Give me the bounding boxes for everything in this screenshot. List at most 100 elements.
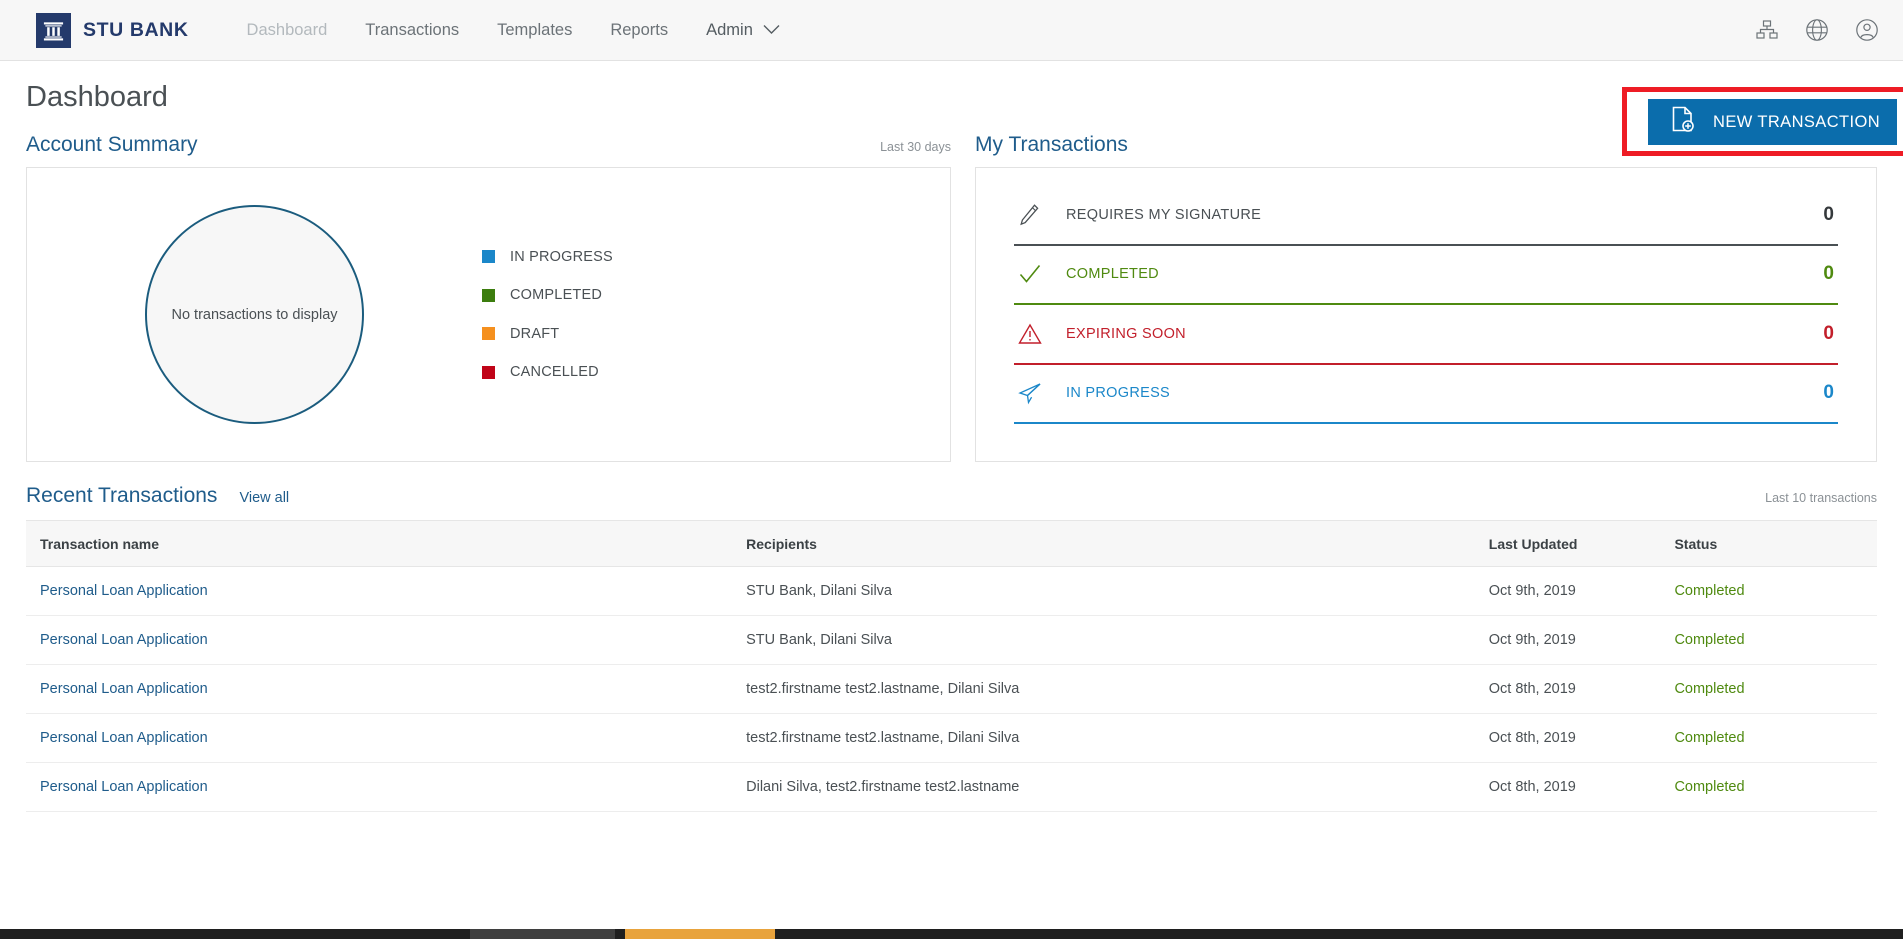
column-header-recipients[interactable]: Recipients xyxy=(746,520,1489,567)
donut-legend: IN PROGRESS COMPLETED DRAFT CANCELLED xyxy=(482,249,613,380)
nav-item-reports[interactable]: Reports xyxy=(610,22,668,39)
my-transactions-card: REQUIRES MY SIGNATURE 0 COMPLETED 0 EXPI… xyxy=(975,167,1877,462)
my-transactions-count-expiring-soon: 0 xyxy=(1823,322,1834,344)
account-summary-meta: Last 30 days xyxy=(880,140,951,154)
my-transactions-count-in-progress: 0 xyxy=(1823,382,1834,404)
new-transaction-button[interactable]: NEW TRANSACTION xyxy=(1648,99,1897,145)
legend-label-cancelled: CANCELLED xyxy=(510,364,599,381)
brand-logo[interactable]: STU BANK xyxy=(36,12,189,48)
nav-item-admin[interactable]: Admin xyxy=(706,22,780,39)
dashboard-columns: Account Summary Last 30 days No transact… xyxy=(0,133,1903,462)
transaction-status: Completed xyxy=(1674,615,1877,665)
globe-icon[interactable] xyxy=(1803,16,1831,44)
donut-empty-message: No transactions to display xyxy=(171,306,338,323)
my-transactions-row-in-progress[interactable]: IN PROGRESS 0 xyxy=(1014,365,1838,424)
legend-swatch-draft xyxy=(482,327,495,341)
account-summary-card: No transactions to display IN PROGRESS C… xyxy=(26,167,951,462)
my-transactions-row-requires-signature[interactable]: REQUIRES MY SIGNATURE 0 xyxy=(1014,186,1838,246)
legend-label-draft: DRAFT xyxy=(510,325,560,342)
transaction-recipients: STU Bank, Dilani Silva xyxy=(746,615,1489,665)
page-header: Dashboard NEW TRANSACTION xyxy=(0,61,1903,156)
nav-item-templates[interactable]: Templates xyxy=(497,22,572,39)
transaction-recipients: test2.firstname test2.lastname, Dilani S… xyxy=(746,713,1489,763)
org-chart-icon[interactable] xyxy=(1753,16,1781,44)
my-transactions-section: My Transactions Last 30 days REQUIRES MY… xyxy=(975,133,1877,462)
nav-item-admin-label: Admin xyxy=(706,20,753,39)
taskbar-segment-orange xyxy=(625,929,775,939)
transaction-status: Completed xyxy=(1674,762,1877,812)
legend-swatch-in-progress xyxy=(482,250,495,264)
legend-item-draft: DRAFT xyxy=(482,326,613,342)
table-row[interactable]: Personal Loan Application test2.firstnam… xyxy=(26,664,1877,714)
nav-item-transactions[interactable]: Transactions xyxy=(365,22,459,39)
nav-item-dashboard[interactable]: Dashboard xyxy=(247,22,328,39)
transaction-recipients: STU Bank, Dilani Silva xyxy=(746,566,1489,616)
document-add-icon xyxy=(1670,106,1696,138)
user-account-icon[interactable] xyxy=(1853,16,1881,44)
pen-icon xyxy=(1018,203,1066,227)
taskbar-segment-gray xyxy=(470,929,615,939)
my-transactions-row-completed[interactable]: COMPLETED 0 xyxy=(1014,246,1838,305)
desktop-taskbar-edge xyxy=(0,929,1903,939)
table-row[interactable]: Personal Loan Application test2.firstnam… xyxy=(26,713,1877,763)
transaction-status: Completed xyxy=(1674,566,1877,616)
my-transactions-label-completed: COMPLETED xyxy=(1066,266,1159,283)
donut-circle: No transactions to display xyxy=(145,205,364,424)
transaction-last-updated: Oct 8th, 2019 xyxy=(1488,664,1675,714)
transaction-last-updated: Oct 8th, 2019 xyxy=(1488,762,1675,812)
nav-utility-icons xyxy=(1753,0,1881,60)
recent-transactions-table: Transaction name Recipients Last Updated… xyxy=(26,520,1877,812)
new-transaction-label: NEW TRANSACTION xyxy=(1713,112,1881,131)
chevron-down-icon xyxy=(763,22,780,39)
legend-label-in-progress: IN PROGRESS xyxy=(510,248,613,265)
recent-transactions-title: Recent Transactions xyxy=(26,484,218,507)
recent-transactions-section: Recent Transactions View all Last 10 tra… xyxy=(0,484,1903,812)
recent-transactions-header: Recent Transactions View all Last 10 tra… xyxy=(26,484,1877,520)
my-transactions-row-expiring-soon[interactable]: EXPIRING SOON 0 xyxy=(1014,305,1838,365)
table-header: Transaction name Recipients Last Updated… xyxy=(26,520,1877,567)
legend-item-cancelled: CANCELLED xyxy=(482,364,613,380)
transaction-name-link[interactable]: Personal Loan Application xyxy=(40,730,208,746)
column-header-transaction-name[interactable]: Transaction name xyxy=(26,520,747,567)
transaction-last-updated: Oct 9th, 2019 xyxy=(1488,566,1675,616)
page-title: Dashboard xyxy=(26,80,168,113)
top-navigation-bar: STU BANK Dashboard Transactions Template… xyxy=(0,0,1903,61)
my-transactions-label-in-progress: IN PROGRESS xyxy=(1066,385,1171,402)
view-all-link[interactable]: View all xyxy=(239,490,289,506)
table-row[interactable]: Personal Loan Application STU Bank, Dila… xyxy=(26,566,1877,616)
transaction-status: Completed xyxy=(1674,713,1877,763)
account-summary-title: Account Summary xyxy=(26,133,198,156)
transaction-name-link[interactable]: Personal Loan Application xyxy=(40,681,208,697)
bank-columns-icon xyxy=(36,12,71,48)
table-row[interactable]: Personal Loan Application Dilani Silva, … xyxy=(26,762,1877,812)
column-header-last-updated[interactable]: Last Updated xyxy=(1488,520,1675,567)
transaction-name-link[interactable]: Personal Loan Application xyxy=(40,779,208,795)
account-summary-header: Account Summary Last 30 days xyxy=(26,133,951,167)
transaction-name-link[interactable]: Personal Loan Application xyxy=(40,632,208,648)
table-header-row: Transaction name Recipients Last Updated… xyxy=(26,520,1877,567)
transaction-recipients: test2.firstname test2.lastname, Dilani S… xyxy=(746,664,1489,714)
my-transactions-count-completed: 0 xyxy=(1823,263,1834,285)
legend-item-in-progress: IN PROGRESS xyxy=(482,249,613,265)
legend-swatch-cancelled xyxy=(482,365,495,379)
primary-nav: Dashboard Transactions Templates Reports… xyxy=(247,22,780,39)
paper-plane-icon xyxy=(1018,382,1066,405)
transaction-recipients: Dilani Silva, test2.firstname test2.last… xyxy=(746,762,1489,812)
transaction-name-link[interactable]: Personal Loan Application xyxy=(40,583,208,599)
legend-item-completed: COMPLETED xyxy=(482,287,613,303)
my-transactions-title: My Transactions xyxy=(975,133,1128,156)
transaction-status: Completed xyxy=(1674,664,1877,714)
warning-triangle-icon xyxy=(1018,323,1066,345)
legend-label-completed: COMPLETED xyxy=(510,287,603,304)
recent-transactions-meta: Last 10 transactions xyxy=(1765,491,1877,505)
table-row[interactable]: Personal Loan Application STU Bank, Dila… xyxy=(26,615,1877,665)
transactions-donut-chart: No transactions to display xyxy=(27,205,482,424)
account-summary-section: Account Summary Last 30 days No transact… xyxy=(26,133,951,462)
brand-name: STU BANK xyxy=(83,18,189,41)
my-transactions-count-requires-signature: 0 xyxy=(1823,203,1834,225)
legend-swatch-completed xyxy=(482,288,495,302)
my-transactions-label-expiring-soon: EXPIRING SOON xyxy=(1066,325,1186,342)
check-icon xyxy=(1018,263,1066,285)
column-header-status[interactable]: Status xyxy=(1674,520,1877,567)
transaction-last-updated: Oct 9th, 2019 xyxy=(1488,615,1675,665)
